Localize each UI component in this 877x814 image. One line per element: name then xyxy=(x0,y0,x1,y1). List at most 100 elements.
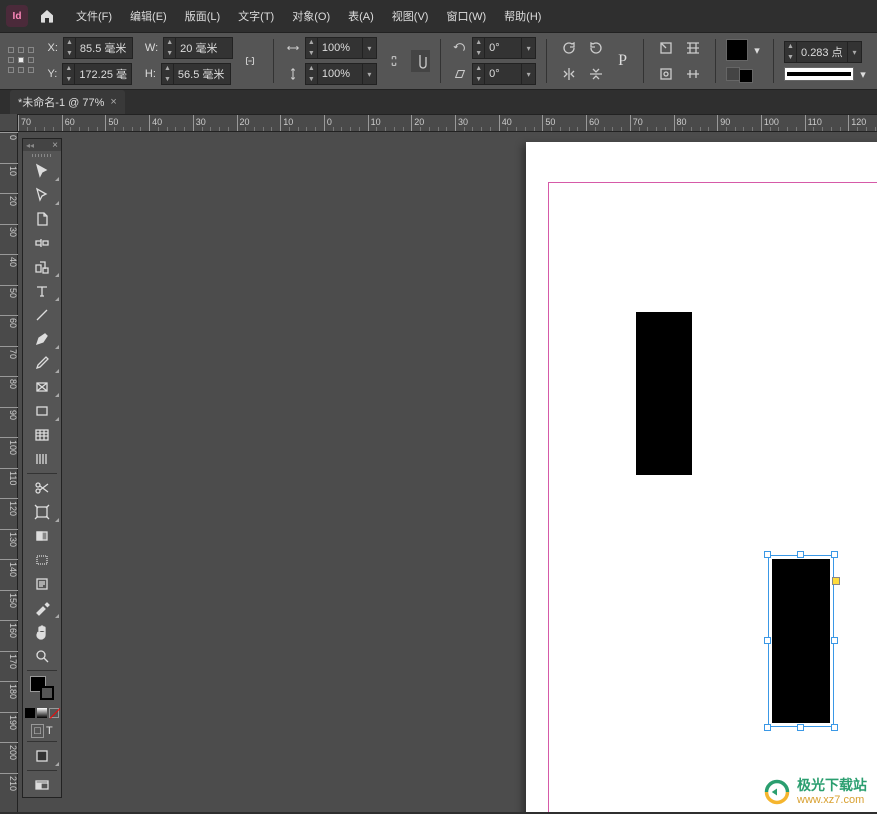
w-label: W: xyxy=(145,42,158,54)
ruler-corner[interactable] xyxy=(0,114,18,132)
note-tool[interactable] xyxy=(23,572,61,596)
tab-title: *未命名-1 @ 77% xyxy=(18,94,104,110)
selection-handle-e[interactable] xyxy=(831,637,838,644)
menubar: Id 文件(F) 编辑(E) 版面(L) 文字(T) 对象(O) 表(A) 视图… xyxy=(0,0,877,32)
rectangle-frame-tool[interactable] xyxy=(23,375,61,399)
gradient-feather-tool[interactable] xyxy=(23,548,61,572)
h-label: H: xyxy=(145,68,156,80)
selection-tool[interactable] xyxy=(23,159,61,183)
content-collector-tool[interactable] xyxy=(23,255,61,279)
stroke-weight-input[interactable]: ▲▼ ▾ xyxy=(784,41,862,63)
gap-tool[interactable] xyxy=(23,231,61,255)
panel-close-icon[interactable]: × xyxy=(52,140,58,151)
menu-view[interactable]: 视图(V) xyxy=(384,4,437,28)
canvas[interactable]: 极光下载站 www.xz7.com xyxy=(18,132,877,812)
ruler-vertical[interactable]: 0102030405060708090100110120130140150160… xyxy=(0,132,18,812)
gradient-swatch-tool[interactable] xyxy=(23,524,61,548)
black-rectangle-2-selected[interactable] xyxy=(768,555,834,727)
watermark-line1: 极光下载站 xyxy=(797,778,867,793)
flip-h-icon[interactable] xyxy=(557,63,581,85)
menu-object[interactable]: 对象(O) xyxy=(284,4,338,28)
screen-mode-toggle[interactable] xyxy=(23,773,61,797)
select-content-icon[interactable] xyxy=(654,63,678,85)
black-rectangle-1[interactable] xyxy=(636,312,692,475)
tab-close-icon[interactable]: × xyxy=(110,96,116,108)
menu-layout[interactable]: 版面(L) xyxy=(177,4,228,28)
align-icon[interactable] xyxy=(681,37,705,59)
columns-tool[interactable] xyxy=(23,447,61,471)
h-input[interactable]: ▲▼ xyxy=(161,63,231,85)
menu-edit[interactable]: 编辑(E) xyxy=(122,4,175,28)
menu-table[interactable]: 表(A) xyxy=(340,4,382,28)
w-input[interactable]: ▲▼ xyxy=(163,37,233,59)
scale-y-input[interactable]: ▲▼ ▾ xyxy=(305,63,377,85)
app-icon: Id xyxy=(6,5,28,27)
fill-swap-2[interactable] xyxy=(739,69,753,83)
y-label: Y: xyxy=(48,68,58,80)
format-container-toggle[interactable]: □T xyxy=(23,723,61,739)
rotate-ccw-icon[interactable] xyxy=(584,37,608,59)
fill-stroke-toggle[interactable] xyxy=(23,673,61,703)
stroke-style-dropdown[interactable]: ▾ xyxy=(857,68,869,81)
view-mode-toggle[interactable] xyxy=(23,744,61,768)
document-tab-bar: *未命名-1 @ 77% × xyxy=(0,90,877,114)
stroke-style[interactable] xyxy=(784,67,854,81)
constrain-scale-icon[interactable] xyxy=(385,52,403,70)
tool-panel: ◂◂× xyxy=(22,138,62,798)
watermark: 极光下载站 www.xz7.com xyxy=(763,778,867,806)
selection-handle-ne[interactable] xyxy=(831,551,838,558)
panel-handle[interactable]: ◂◂× xyxy=(23,139,61,151)
flip-v-icon[interactable] xyxy=(584,63,608,85)
panel-grip[interactable] xyxy=(23,151,61,159)
reference-point-grid[interactable] xyxy=(8,47,36,75)
rotate-input[interactable]: ▲▼ ▾ xyxy=(472,37,536,59)
rectangle-tool[interactable] xyxy=(23,399,61,423)
selection-handle-w[interactable] xyxy=(764,637,771,644)
ruler-horizontal[interactable]: 7060504030201001020304050607080901001101… xyxy=(18,114,877,132)
select-container-icon[interactable] xyxy=(654,37,678,59)
selection-frame xyxy=(768,555,834,727)
x-label: X: xyxy=(48,42,58,54)
page-tool[interactable] xyxy=(23,207,61,231)
menu-help[interactable]: 帮助(H) xyxy=(496,4,549,28)
scale-x-icon xyxy=(284,39,302,57)
rotate-cw-icon[interactable] xyxy=(557,37,581,59)
menu-window[interactable]: 窗口(W) xyxy=(438,4,494,28)
zoom-tool[interactable] xyxy=(23,644,61,668)
fill-dropdown[interactable]: ▾ xyxy=(751,44,763,57)
fill-swap-1[interactable] xyxy=(726,67,740,81)
watermark-logo-icon xyxy=(763,778,791,806)
shear-input[interactable]: ▲▼ ▾ xyxy=(472,63,536,85)
free-transform-tool[interactable] xyxy=(23,500,61,524)
y-input[interactable]: ▲▼ xyxy=(62,63,132,85)
selection-ref-handle[interactable] xyxy=(832,577,840,585)
scissors-tool[interactable] xyxy=(23,476,61,500)
document-tab[interactable]: *未命名-1 @ 77% × xyxy=(10,90,125,114)
menu-file[interactable]: 文件(F) xyxy=(68,4,120,28)
scale-x-input[interactable]: ▲▼ ▾ xyxy=(305,37,377,59)
home-icon[interactable] xyxy=(36,5,58,27)
hand-tool[interactable] xyxy=(23,620,61,644)
apply-color-row[interactable] xyxy=(23,703,61,723)
distribute-icon[interactable] xyxy=(681,63,705,85)
shear-icon xyxy=(451,65,469,83)
selection-handle-n[interactable] xyxy=(797,551,804,558)
pencil-tool[interactable] xyxy=(23,351,61,375)
scale-y-icon xyxy=(284,65,302,83)
para-style-label: P xyxy=(618,52,627,70)
selection-handle-se[interactable] xyxy=(831,724,838,731)
table-tool[interactable] xyxy=(23,423,61,447)
attach-icon[interactable] xyxy=(411,50,431,72)
selection-handle-nw[interactable] xyxy=(764,551,771,558)
menu-text[interactable]: 文字(T) xyxy=(230,4,282,28)
selection-handle-s[interactable] xyxy=(797,724,804,731)
pen-tool[interactable] xyxy=(23,327,61,351)
direct-selection-tool[interactable] xyxy=(23,183,61,207)
selection-handle-sw[interactable] xyxy=(764,724,771,731)
line-tool[interactable] xyxy=(23,303,61,327)
constrain-wh-icon[interactable] xyxy=(241,52,259,70)
fill-swatch[interactable] xyxy=(726,39,748,61)
eyedropper-tool[interactable] xyxy=(23,596,61,620)
x-input[interactable]: ▲▼ xyxy=(63,37,133,59)
type-tool[interactable] xyxy=(23,279,61,303)
